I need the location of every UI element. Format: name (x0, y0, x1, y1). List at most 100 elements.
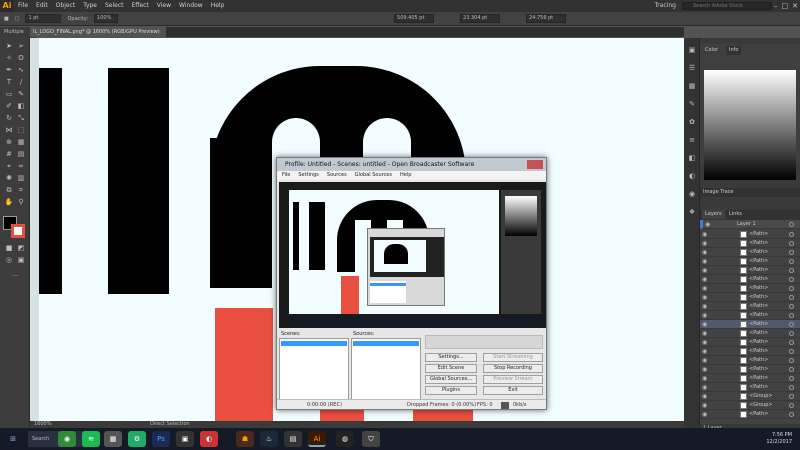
rotate-tool-icon[interactable]: ↻ (4, 114, 14, 122)
magic-wand-tool-icon[interactable]: ✧ (4, 54, 14, 62)
blend-tool-icon[interactable]: ∞ (16, 162, 26, 170)
eye-icon[interactable]: ◉ (702, 285, 710, 292)
scenes-list[interactable] (279, 338, 349, 400)
brushes-icon[interactable]: ✎ (687, 100, 697, 108)
obs-menu-sources[interactable]: Sources (327, 171, 347, 180)
layer-item-row[interactable]: ◉ <Path> (700, 410, 800, 419)
eye-icon[interactable]: ◉ (702, 240, 710, 247)
menu-select[interactable]: Select (101, 0, 128, 12)
free-transform-tool-icon[interactable]: ⬚ (16, 126, 26, 134)
eye-icon[interactable]: ◉ (702, 402, 710, 409)
layer-item-row[interactable]: ◉ <Path> (700, 347, 800, 356)
eye-icon[interactable]: ◉ (702, 411, 710, 418)
gradient-icon[interactable]: ◧ (687, 154, 697, 162)
eye-icon[interactable]: ◉ (702, 303, 710, 310)
scenes-selected-row[interactable] (281, 341, 347, 346)
layer-item-row[interactable]: ◉ <Path> (700, 257, 800, 266)
app-icon-3[interactable]: ▣ (176, 431, 194, 447)
graphic-styles-icon[interactable]: ❖ (687, 208, 697, 216)
layer-item-row[interactable]: ◉ <Path> (700, 266, 800, 275)
stop-recording-button[interactable]: Stop Recording (483, 364, 543, 373)
obs-window[interactable]: Profile: Untitled - Scenes: untitled - O… (276, 157, 547, 410)
shaper-tool-icon[interactable]: ✐ (4, 102, 14, 110)
close-icon[interactable]: ✕ (792, 0, 798, 12)
eye-icon[interactable]: ◉ (702, 393, 710, 400)
gradient-tool-icon[interactable]: ▤ (16, 150, 26, 158)
illustrator-taskbar-icon[interactable]: Ai (308, 431, 326, 447)
menu-view[interactable]: View (153, 0, 175, 12)
tab-layers[interactable]: Layers (702, 210, 725, 219)
opacity-field[interactable]: 100% (94, 14, 119, 23)
layer-item-row[interactable]: ◉ <Path> (700, 374, 800, 383)
eye-icon[interactable]: ◉ (702, 339, 710, 346)
selection-tool-icon[interactable]: ➤ (4, 42, 14, 50)
system-clock[interactable]: 7:56 PM 12/2/2017 (766, 432, 792, 446)
eyedropper-tool-icon[interactable]: ⌖ (4, 162, 14, 170)
steam-icon[interactable]: ♨ (260, 431, 278, 447)
target-icon[interactable] (789, 385, 794, 390)
screen-mode-icon[interactable]: ▣ (16, 256, 26, 264)
appearance-icon[interactable]: ◉ (687, 190, 697, 198)
type-tool-icon[interactable]: T (4, 78, 14, 86)
scale-tool-icon[interactable]: ⤡ (16, 114, 26, 122)
y-field[interactable]: 23.304 pt (460, 14, 501, 23)
app-icon-1[interactable]: ▦ (104, 431, 122, 447)
eye-icon[interactable]: ◉ (702, 375, 710, 382)
layer-item-row[interactable]: ◉ <Path> (700, 356, 800, 365)
target-icon[interactable] (789, 232, 794, 237)
eye-icon[interactable]: ◉ (702, 294, 710, 301)
swatches-icon[interactable]: ▦ (687, 82, 697, 90)
eye-icon[interactable]: ◉ (702, 357, 710, 364)
eye-icon[interactable]: ◉ (702, 312, 710, 319)
obs-menu-settings[interactable]: Settings (298, 171, 319, 180)
app-icon-4[interactable]: ◐ (200, 431, 218, 447)
eye-icon[interactable]: ◉ (702, 384, 710, 391)
minimize-icon[interactable]: – (774, 0, 778, 12)
fill-swatch-icon[interactable]: ■ (4, 16, 9, 22)
symbol-sprayer-tool-icon[interactable]: ✺ (4, 174, 14, 182)
stroke-weight-field[interactable]: 1 pt (25, 14, 62, 23)
menu-window[interactable]: Window (175, 0, 207, 12)
width-tool-icon[interactable]: ⋈ (4, 126, 14, 134)
eye-icon[interactable]: ◉ (702, 321, 710, 328)
obs-title-bar[interactable]: Profile: Untitled - Scenes: untitled - O… (277, 158, 546, 171)
plugins-button[interactable]: Plugins (425, 386, 477, 395)
target-icon[interactable] (789, 313, 794, 318)
menu-object[interactable]: Object (52, 0, 80, 12)
exit-button[interactable]: Exit (483, 386, 543, 395)
target-icon[interactable] (789, 367, 794, 372)
layer-item-row[interactable]: ◉ <Path> (700, 302, 800, 311)
layer-item-row[interactable]: ◉ <Path> (700, 338, 800, 347)
eraser-tool-icon[interactable]: ◧ (16, 102, 26, 110)
layer-item-row[interactable]: ◉ <Group> (700, 392, 800, 401)
sources-selected-row[interactable] (353, 341, 419, 346)
eye-icon[interactable]: ◉ (702, 330, 710, 337)
layer-item-row[interactable]: ◉ <Path> (700, 320, 800, 329)
slice-tool-icon[interactable]: ⌗ (16, 186, 26, 194)
stroke-color-swatch[interactable] (11, 224, 25, 238)
maximize-icon[interactable]: □ (782, 0, 789, 12)
gradient-mode-icon[interactable]: ◩ (16, 244, 26, 252)
target-icon[interactable] (789, 295, 794, 300)
edit-scene-button[interactable]: Edit Scene (425, 364, 477, 373)
obs-menu-global-sources[interactable]: Global Sources (355, 171, 392, 180)
pen-tool-icon[interactable]: ✒ (4, 66, 14, 74)
layer-item-row[interactable]: ◉ <Path> (700, 329, 800, 338)
tab-links[interactable]: Links (726, 210, 745, 219)
color-spectrum[interactable] (704, 70, 796, 180)
layer-item-row[interactable]: ◉ <Group> (700, 401, 800, 410)
document-tab[interactable]: IL_LOGO_FINAL.png* @ 1600% (RGB/GPU Prev… (30, 27, 166, 37)
edit-toolbar-icon[interactable]: … (10, 270, 20, 278)
app-icon-6[interactable]: ▤ (284, 431, 302, 447)
workspace-switcher[interactable]: Tracing (654, 0, 676, 12)
spotify-icon[interactable]: ≋ (82, 431, 100, 447)
obs-close-button[interactable] (527, 160, 543, 169)
target-icon[interactable] (789, 340, 794, 345)
shape-builder-tool-icon[interactable]: ⊕ (4, 138, 14, 146)
curvature-tool-icon[interactable]: ∿ (16, 66, 26, 74)
layer-item-row[interactable]: ◉ <Path> (700, 311, 800, 320)
stroke-icon[interactable]: ≡ (687, 136, 697, 144)
obs-menu-help[interactable]: Help (400, 171, 411, 180)
layer-item-row[interactable]: ◉ <Path> (700, 230, 800, 239)
hand-tool-icon[interactable]: ✋ (4, 198, 14, 206)
